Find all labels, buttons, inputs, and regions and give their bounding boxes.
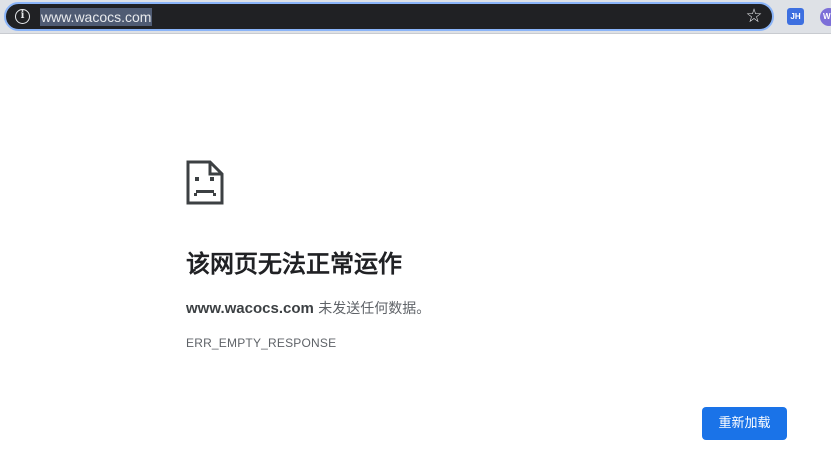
page-title: 该网页无法正常运作: [186, 250, 402, 278]
reload-button[interactable]: 重新加载: [702, 407, 787, 440]
info-icon[interactable]: i: [15, 9, 30, 24]
error-message-suffix: 未发送任何数据。: [313, 301, 431, 317]
error-code: ERR_EMPTY_RESPONSE: [186, 336, 337, 350]
sad-page-icon: [186, 160, 224, 205]
extension-jh-icon[interactable]: JH: [787, 8, 804, 25]
bookmark-star-icon[interactable]: ☆: [744, 5, 764, 27]
address-bar[interactable]: i www.wacocs.com ☆: [4, 2, 774, 31]
error-host: www.wacocs.com: [186, 300, 314, 317]
browser-toolbar: i www.wacocs.com ☆ JH W: [0, 0, 831, 34]
extension-w-icon[interactable]: W: [820, 8, 831, 26]
url-text[interactable]: www.wacocs.com: [40, 8, 153, 26]
error-message: www.wacocs.com 未发送任何数据。: [186, 298, 430, 320]
